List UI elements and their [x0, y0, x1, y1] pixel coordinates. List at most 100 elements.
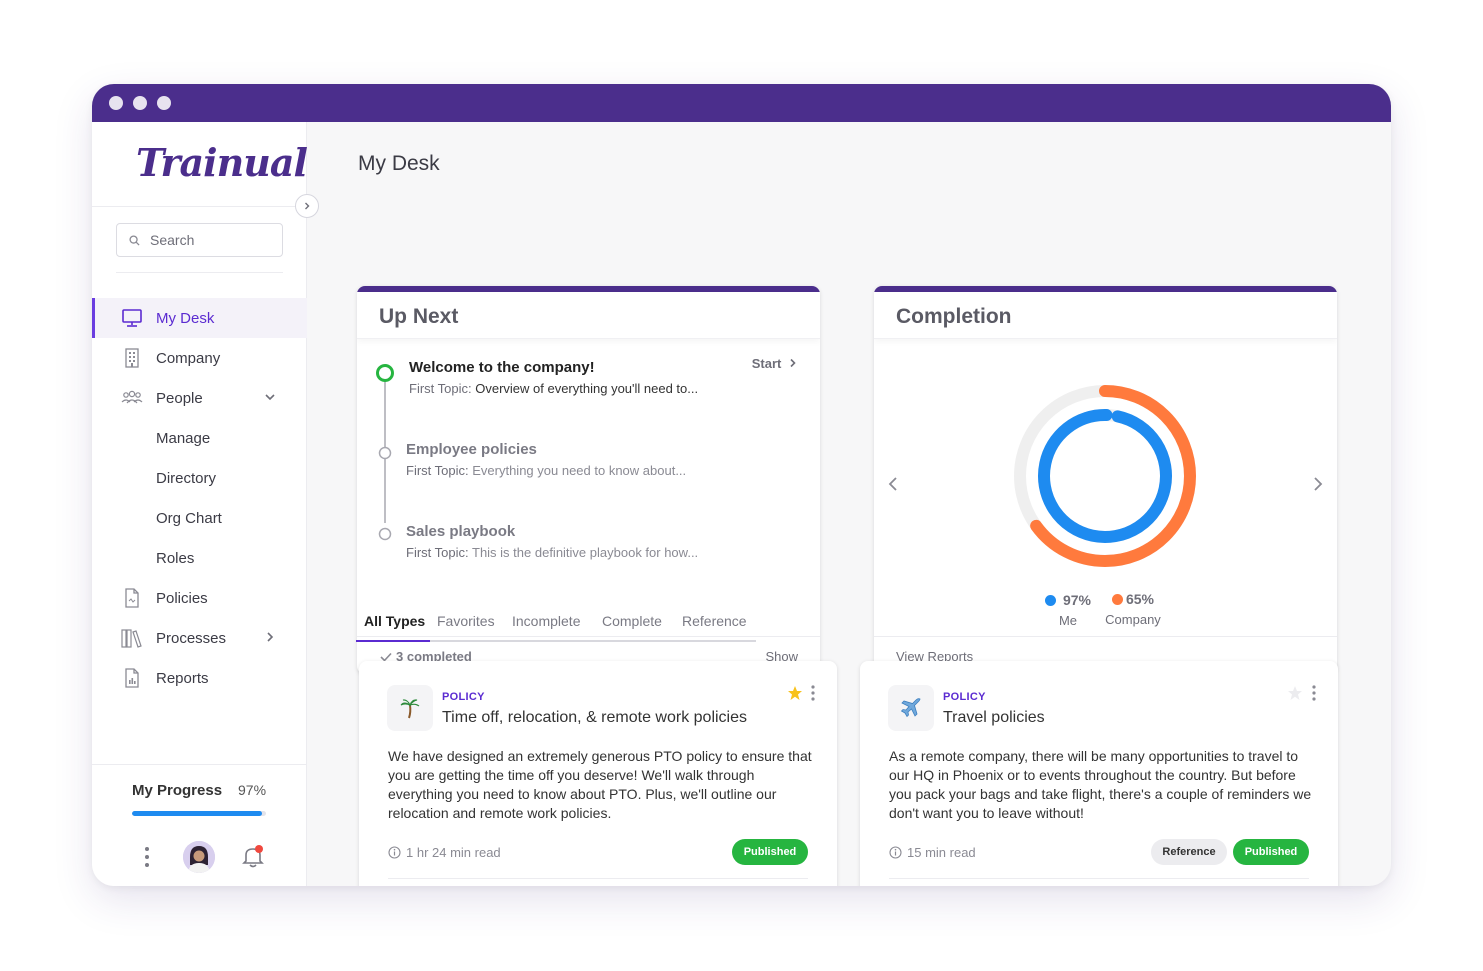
- up-next-item-title[interactable]: Employee policies: [406, 441, 537, 458]
- document-title[interactable]: Time off, relocation, & remote work poli…: [442, 709, 747, 727]
- status-badge-published: Published: [732, 839, 808, 865]
- sidebar-item-label: Processes: [156, 629, 227, 647]
- sidebar-item-reports[interactable]: Reports: [92, 658, 307, 698]
- sidebar-item-label: Reports: [156, 669, 209, 687]
- info-icon: [889, 846, 902, 859]
- my-progress-title: My Progress: [132, 782, 223, 799]
- start-label: Start: [751, 356, 782, 371]
- sidebar-item-company[interactable]: Company: [92, 338, 307, 378]
- active-tab-indicator: [356, 640, 430, 642]
- search-box[interactable]: [116, 223, 283, 257]
- progress-divider: [92, 764, 307, 765]
- up-next-item-title[interactable]: Sales playbook: [406, 523, 515, 540]
- company-label: Company: [1105, 612, 1161, 627]
- sidebar-item-manage[interactable]: Manage: [92, 418, 307, 458]
- tab-reference[interactable]: Reference: [682, 613, 747, 629]
- completion-card: Completion 97% Me 65% Company View Repor…: [874, 286, 1337, 674]
- search-icon: [129, 234, 140, 246]
- tab-all-types[interactable]: All Types: [364, 613, 425, 629]
- bell-icon[interactable]: [242, 844, 264, 868]
- document-card[interactable]: POLICY Time off, relocation, & remote wo…: [359, 661, 837, 886]
- sidebar-item-label: Roles: [156, 549, 195, 567]
- me-ring: [1038, 408, 1172, 543]
- more-vertical-icon[interactable]: [810, 685, 816, 701]
- window-maximize-dot[interactable]: [157, 96, 171, 110]
- star-filled-icon[interactable]: [787, 685, 803, 701]
- document-type: POLICY: [442, 691, 485, 703]
- sidebar-item-label: Policies: [156, 589, 208, 607]
- sidebar: Trainual My Desk Company People: [92, 122, 308, 886]
- sidebar-item-policies[interactable]: Policies: [92, 578, 307, 618]
- sidebar-item-label: Directory: [156, 469, 217, 487]
- first-topic-label: First Topic:: [406, 545, 469, 560]
- chevron-left-icon[interactable]: [884, 474, 902, 494]
- more-vertical-icon[interactable]: [1311, 685, 1317, 701]
- avatar[interactable]: [183, 841, 215, 873]
- tab-favorites[interactable]: Favorites: [437, 613, 495, 629]
- more-vertical-icon[interactable]: [144, 846, 150, 868]
- completion-title: Completion: [896, 305, 1012, 328]
- window-close-dot[interactable]: [109, 96, 123, 110]
- search-input[interactable]: [150, 232, 270, 248]
- my-progress-bar: [132, 811, 266, 816]
- first-topic-text: This is the definitive playbook for how.…: [472, 545, 699, 560]
- sidebar-item-my-desk[interactable]: My Desk: [92, 298, 307, 338]
- chevron-right-icon: [305, 202, 310, 210]
- document-title[interactable]: Travel policies: [943, 709, 1045, 727]
- chevron-right-icon[interactable]: [1309, 474, 1327, 494]
- card-divider: [889, 878, 1309, 879]
- info-icon: [388, 846, 401, 859]
- sidebar-item-people[interactable]: People: [92, 378, 307, 418]
- completion-donut-chart: [1014, 385, 1196, 567]
- me-legend: 97% Me: [1038, 592, 1098, 628]
- me-label: Me: [1058, 613, 1078, 628]
- people-icon: [121, 388, 143, 408]
- up-next-item-topic: First Topic: Overview of everything you'…: [409, 381, 698, 396]
- sidebar-item-label: Org Chart: [156, 509, 222, 527]
- sidebar-item-roles[interactable]: Roles: [92, 538, 307, 578]
- content-type-tabs: All Types Favorites Incomplete Complete …: [356, 610, 756, 642]
- first-topic-label: First Topic:: [406, 463, 469, 478]
- chevron-down-icon[interactable]: [263, 390, 277, 404]
- document-description: We have designed an extremely generous P…: [388, 748, 812, 821]
- status-badge-published: Published: [1233, 839, 1309, 865]
- first-topic-label: First Topic:: [409, 381, 472, 396]
- card-divider: [388, 878, 808, 879]
- company-percent: 65%: [1125, 591, 1155, 607]
- completion-header: Completion: [874, 292, 1337, 339]
- window-minimize-dot[interactable]: [133, 96, 147, 110]
- up-next-title: Up Next: [379, 305, 459, 328]
- title-bar: [92, 84, 1391, 122]
- sidebar-item-label: Manage: [156, 429, 211, 447]
- start-button[interactable]: Start: [752, 356, 798, 371]
- sidebar-item-org-chart[interactable]: Org Chart: [92, 498, 307, 538]
- up-next-item-title[interactable]: Welcome to the company!: [409, 359, 595, 376]
- books-icon: [121, 628, 143, 648]
- building-icon: [121, 348, 143, 368]
- my-progress-bar-fill: [132, 811, 262, 816]
- star-outline-icon[interactable]: [1287, 685, 1303, 701]
- sidebar-item-label: My Desk: [156, 309, 215, 327]
- chevron-right-icon: [790, 358, 796, 368]
- check-icon: [380, 652, 392, 662]
- up-next-item-topic: First Topic: Everything you need to know…: [406, 463, 686, 478]
- app-window: Trainual My Desk Company People: [92, 84, 1391, 886]
- sidebar-item-processes[interactable]: Processes: [92, 618, 307, 658]
- document-description: As a remote company, there will be many …: [889, 748, 1312, 821]
- document-card[interactable]: POLICY Travel policies As a remote compa…: [860, 661, 1338, 886]
- me-percent: 97%: [1062, 592, 1092, 608]
- palm-tree-icon: [387, 685, 433, 731]
- tab-complete[interactable]: Complete: [602, 613, 662, 629]
- first-topic-text: Overview of everything you'll need to...: [475, 381, 699, 396]
- chevron-right-icon[interactable]: [263, 630, 277, 644]
- sidebar-collapse-button[interactable]: [295, 194, 319, 218]
- document-read-time: 15 min read: [889, 845, 976, 860]
- app-logo[interactable]: Trainual: [136, 140, 308, 185]
- main-content: My Desk Up Next Welcome to the company! …: [307, 122, 1391, 886]
- up-next-item-topic: First Topic: This is the definitive play…: [406, 545, 698, 560]
- monitor-icon: [121, 308, 143, 328]
- sidebar-item-directory[interactable]: Directory: [92, 458, 307, 498]
- sidebar-item-label: Company: [156, 349, 221, 367]
- read-time-label: 1 hr 24 min read: [406, 845, 501, 860]
- tab-incomplete[interactable]: Incomplete: [512, 613, 580, 629]
